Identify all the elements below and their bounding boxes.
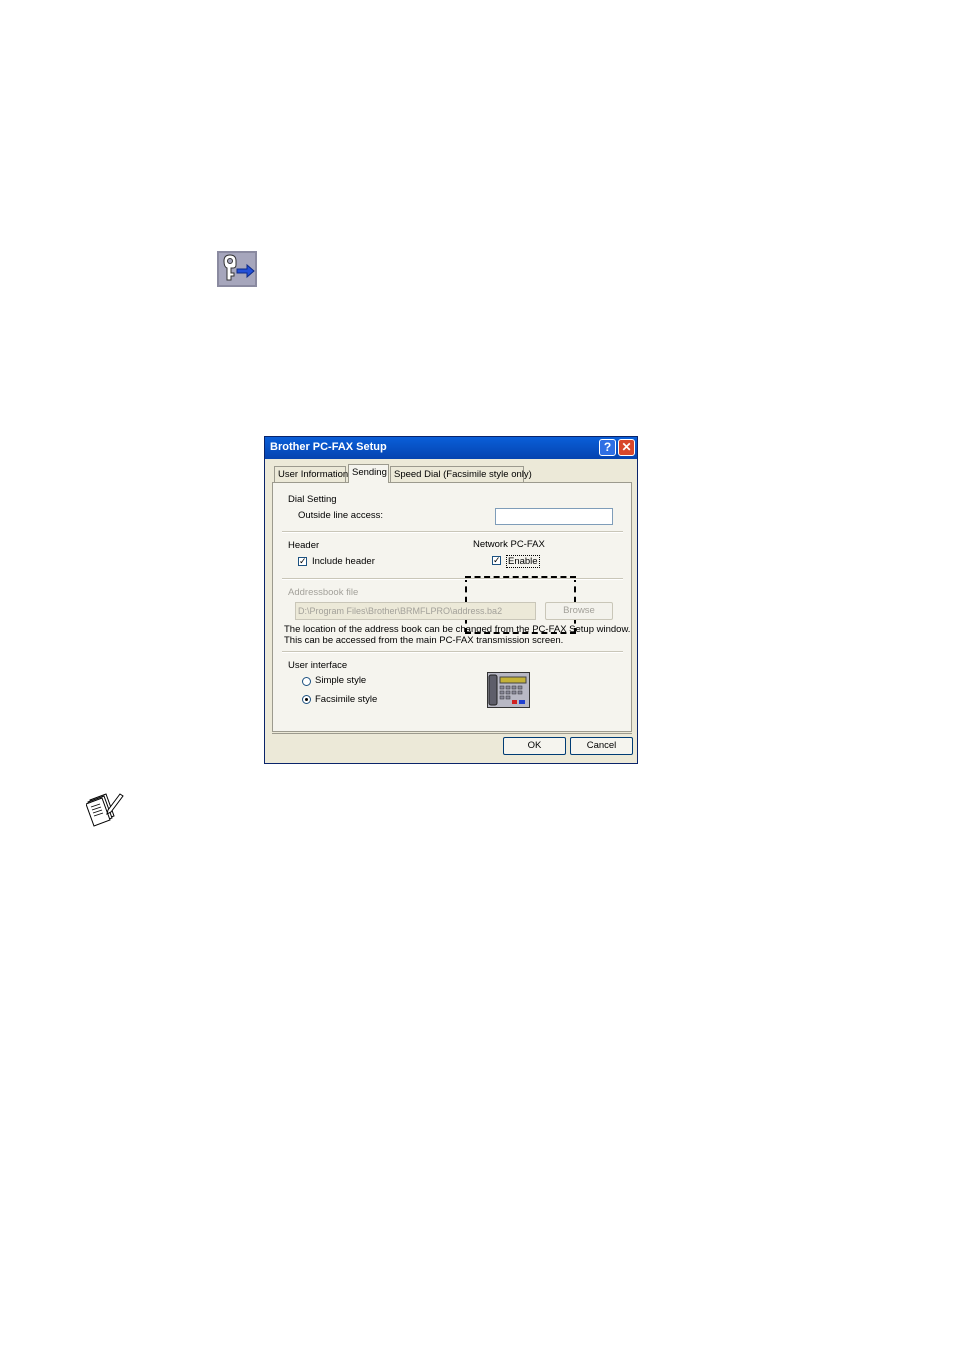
divider — [282, 531, 623, 533]
addressbook-note-line1: The location of the address book can be … — [284, 624, 631, 635]
footer-divider — [272, 733, 632, 734]
enable-checkbox[interactable]: ✓ — [492, 556, 501, 565]
tab-user-information[interactable]: User Information — [274, 466, 348, 482]
pcfax-setup-dialog: Brother PC-FAX Setup ? ✕ User Informatio… — [264, 436, 638, 764]
simple-style-radio[interactable] — [302, 677, 311, 686]
include-header-checkbox[interactable]: ✓ — [298, 557, 307, 566]
header-group-label: Header — [288, 540, 320, 551]
cancel-button[interactable]: Cancel — [570, 737, 633, 755]
dial-setting-label: Dial Setting — [288, 494, 337, 505]
facsimile-style-radio[interactable] — [302, 695, 311, 704]
enable-label: Enable — [506, 555, 540, 568]
divider — [282, 578, 623, 580]
divider — [282, 651, 623, 653]
addressbook-path-field[interactable]: D:\Program Files\Brother\BRMFLPRO\addres… — [295, 602, 536, 620]
help-button[interactable]: ? — [599, 439, 616, 456]
include-header-label: Include header — [312, 556, 375, 567]
fax-phone-icon — [487, 672, 530, 708]
note-icon — [85, 790, 124, 828]
outside-line-label: Outside line access: — [298, 510, 384, 521]
dialog-title: Brother PC-FAX Setup — [270, 441, 387, 453]
pcfax-setup-icon — [217, 251, 257, 287]
addressbook-label: Addressbook file — [288, 587, 359, 598]
tab-speed-dial[interactable]: Speed Dial (Facsimile style only) — [390, 466, 532, 482]
outside-line-input[interactable] — [495, 508, 613, 525]
title-bar: Brother PC-FAX Setup ? ✕ — [265, 437, 637, 459]
browse-button[interactable]: Browse — [545, 602, 613, 620]
addressbook-note-line2: This can be accessed from the main PC-FA… — [284, 635, 564, 646]
user-interface-label: User interface — [288, 660, 348, 671]
network-pcfax-label: Network PC-FAX — [473, 539, 545, 550]
tab-sending[interactable]: Sending — [348, 464, 389, 483]
close-button[interactable]: ✕ — [618, 439, 635, 456]
facsimile-style-label: Facsimile style — [315, 694, 378, 705]
ok-button[interactable]: OK — [503, 737, 566, 755]
sending-panel: Dial Setting Outside line access: Header… — [272, 482, 632, 732]
simple-style-label: Simple style — [315, 675, 367, 686]
